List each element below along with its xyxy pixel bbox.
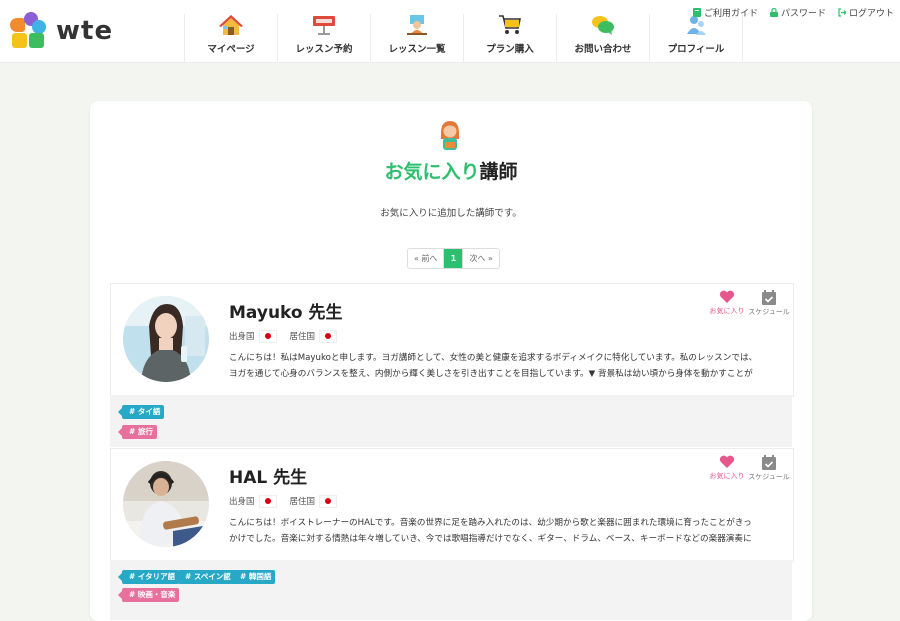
residence-country-label: 居住国 — [289, 332, 316, 342]
japan-flag-icon — [259, 330, 276, 342]
nav-label: プロフィール — [667, 44, 725, 55]
page-description: お気に入りに追加した講師です。 — [380, 208, 522, 219]
birth-country-label: 出身国 — [229, 497, 255, 507]
tag[interactable]: # イタリア語 — [117, 570, 180, 584]
heart-icon — [719, 290, 735, 303]
teacher-tags: # イタリア語 # スペイン語 # 韓国語 # 映画・音楽 — [110, 560, 792, 620]
birth-country-label: 出身国 — [229, 332, 255, 342]
teacher-avatar-icon — [441, 121, 459, 150]
nav-item-profile[interactable]: プロフィール — [649, 14, 743, 62]
logout-icon — [838, 8, 846, 17]
book-icon — [692, 8, 701, 17]
lock-icon — [769, 8, 778, 17]
teacher-bio: こんにちは！ボイストレーナーのHALです。音楽の世界に足を踏み入れたのは、幼少期… — [229, 518, 752, 544]
cart-icon — [499, 15, 521, 34]
japan-flag-icon — [320, 330, 337, 342]
logout-link-label: ログアウト — [848, 9, 894, 19]
main-nav: マイページ レッスン予約 レッスン一覧 プラン購入 お問い合わせ プロフィール — [184, 14, 743, 62]
nav-label: レッスン一覧 — [388, 44, 446, 55]
nav-item-contact[interactable]: お問い合わせ — [556, 14, 649, 62]
nav-item-mypage[interactable]: マイページ — [184, 14, 277, 62]
tag[interactable]: # 韓国語 — [228, 570, 276, 584]
residence-country-label: 居住国 — [289, 497, 316, 507]
japan-flag-icon — [320, 495, 337, 507]
teacher-avatar[interactable] — [123, 296, 209, 382]
nav-label: マイページ — [207, 44, 255, 55]
calendar-check-icon — [762, 290, 776, 305]
password-link-label: パスワード — [780, 9, 826, 19]
guide-link-label: ご利用ガイド — [703, 9, 758, 19]
page-title-rest: 講師 — [479, 161, 518, 183]
teacher-countries: 出身国 居住国 — [229, 495, 350, 507]
pagination-current[interactable]: 1 — [443, 249, 464, 268]
password-link[interactable]: パスワード — [769, 6, 826, 19]
house-icon — [219, 15, 243, 35]
teacher-actions: お気に入り スケジュール — [709, 290, 790, 317]
nav-label: プラン購入 — [486, 44, 534, 55]
tag[interactable]: # 旅行 — [118, 425, 157, 439]
teacher-bio: こんにちは！私はMayukoと申します。ヨガ講師として、女性の美と健康を追求する… — [229, 353, 758, 379]
teacher-countries: 出身国 居住国 — [229, 330, 350, 342]
schedule-button[interactable]: スケジュール — [748, 455, 790, 482]
favorite-label: お気に入り — [709, 307, 745, 315]
favorite-label: お気に入り — [709, 472, 745, 480]
japan-flag-icon — [259, 495, 276, 507]
tag[interactable]: # スペイン語 — [174, 570, 235, 584]
favorite-button[interactable]: お気に入り — [709, 290, 745, 317]
teacher-card-mayuko[interactable]: Mayuko 先生 出身国 居住国 こんにちは！私はMayukoと申します。ヨガ… — [110, 283, 794, 397]
schedule-button[interactable]: スケジュール — [748, 290, 790, 317]
heart-icon — [719, 455, 735, 468]
pagination-next[interactable]: 次へ » — [463, 249, 499, 268]
pagination-prev[interactable]: « 前へ — [408, 249, 444, 268]
chat-bubbles-icon — [592, 16, 614, 35]
nav-item-lesson-list[interactable]: レッスン一覧 — [370, 14, 463, 62]
teacher-tags: # タイ語 # 旅行 — [110, 395, 792, 447]
teacher-name[interactable]: HAL 先生 — [229, 463, 307, 488]
pagination: « 前へ 1 次へ » — [407, 248, 500, 269]
teacher-name[interactable]: Mayuko 先生 — [229, 298, 343, 323]
teacher-card-hal[interactable]: HAL 先生 出身国 居住国 こんにちは！ボイストレーナーのHALです。音楽の世… — [110, 448, 794, 562]
teacher-avatar[interactable] — [123, 461, 209, 547]
tag[interactable]: # タイ語 — [117, 405, 165, 419]
nav-label: お問い合わせ — [574, 44, 632, 55]
calendar-check-icon — [762, 455, 776, 470]
teacher-actions: お気に入り スケジュール — [709, 455, 790, 482]
nav-label: レッスン予約 — [295, 44, 353, 55]
teacher-desk-icon — [407, 15, 427, 35]
site-header: wte マイページ レッスン予約 レッスン一覧 プラン購入 お問い合わせ プロフ… — [0, 0, 900, 63]
nav-item-lesson-reservation[interactable]: レッスン予約 — [277, 14, 370, 62]
schedule-label: スケジュール — [748, 473, 790, 481]
top-links: ご利用ガイド パスワード ログアウト — [692, 6, 894, 19]
page-title-accent: お気に入り — [384, 161, 480, 183]
nav-item-plan-purchase[interactable]: プラン購入 — [463, 14, 556, 62]
favorites-card: お気に入り講師 お気に入りに追加した講師です。 « 前へ 1 次へ » Mayu… — [90, 101, 812, 621]
schedule-label: スケジュール — [748, 308, 790, 316]
page-title: お気に入り講師 — [90, 157, 812, 184]
logo-text: wte — [56, 16, 114, 46]
favorite-button[interactable]: お気に入り — [709, 455, 745, 482]
reservation-sign-icon — [313, 16, 335, 35]
logo-mark-icon — [10, 12, 48, 50]
logout-link[interactable]: ログアウト — [838, 6, 894, 19]
site-logo[interactable]: wte — [10, 12, 113, 50]
guide-link[interactable]: ご利用ガイド — [692, 6, 758, 19]
